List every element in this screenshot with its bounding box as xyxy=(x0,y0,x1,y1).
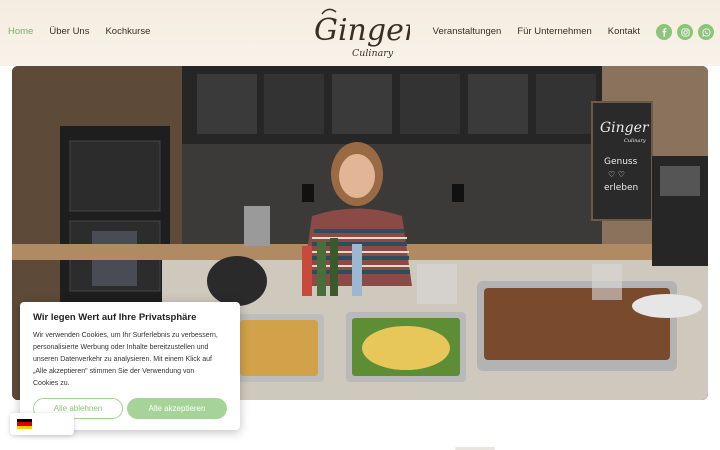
main-nav-left: Home Über Uns Kochkurse xyxy=(8,26,150,37)
cookie-consent-dialog: Wir legen Wert auf Ihre Privatsphäre Wir… xyxy=(20,302,240,430)
main-nav-right: Veranstaltungen Für Unternehmen Kontakt xyxy=(433,26,640,37)
whatsapp-icon[interactable] xyxy=(698,24,714,40)
language-switcher[interactable] xyxy=(10,413,74,435)
site-logo[interactable]: Ginger Culinary xyxy=(300,4,420,62)
social-links xyxy=(656,24,714,40)
cookie-text: Wir verwenden Cookies, um Ihr Surferlebn… xyxy=(33,330,227,390)
nav-ueber-uns[interactable]: Über Uns xyxy=(49,26,89,37)
facebook-icon[interactable] xyxy=(656,24,672,40)
nav-veranstaltungen[interactable]: Veranstaltungen xyxy=(433,26,502,37)
cookie-text-line: Cookies zu. xyxy=(33,380,70,387)
cookie-title: Wir legen Wert auf Ihre Privatsphäre xyxy=(33,312,197,323)
chalkboard-logo: Ginger xyxy=(600,120,650,136)
accept-all-button[interactable]: Alle akzeptieren xyxy=(127,398,227,419)
chalkboard-line1: Genuss xyxy=(604,157,638,167)
nav-fuer-unternehmen[interactable]: Für Unternehmen xyxy=(517,26,591,37)
instagram-icon[interactable] xyxy=(677,24,693,40)
logo-sub-text: Culinary xyxy=(352,48,394,59)
chalkboard-logo-sub: Culinary xyxy=(624,138,646,144)
logo-main-text: Ginger xyxy=(314,13,410,48)
cookie-text-line: „Alle akzeptieren" stimmen Sie der Verwe… xyxy=(33,368,195,375)
nav-kontakt[interactable]: Kontakt xyxy=(608,26,640,37)
cookie-text-line: Wir verwenden Cookies, um Ihr Surferlebn… xyxy=(33,332,218,339)
nav-home[interactable]: Home xyxy=(8,26,33,37)
chalkboard-line3: erleben xyxy=(604,183,638,193)
cookie-text-line: personalisierte Werbung oder Inhalte ber… xyxy=(33,344,209,351)
site-header: Home Über Uns Kochkurse Ginger Culinary … xyxy=(0,0,720,66)
de-flag-icon xyxy=(17,419,32,429)
chalkboard-line2: ♡ ♡ xyxy=(608,170,625,179)
nav-kochkurse[interactable]: Kochkurse xyxy=(105,26,150,37)
cookie-text-line: unseren Datenverkehr zu analysieren. Mit… xyxy=(33,356,212,363)
